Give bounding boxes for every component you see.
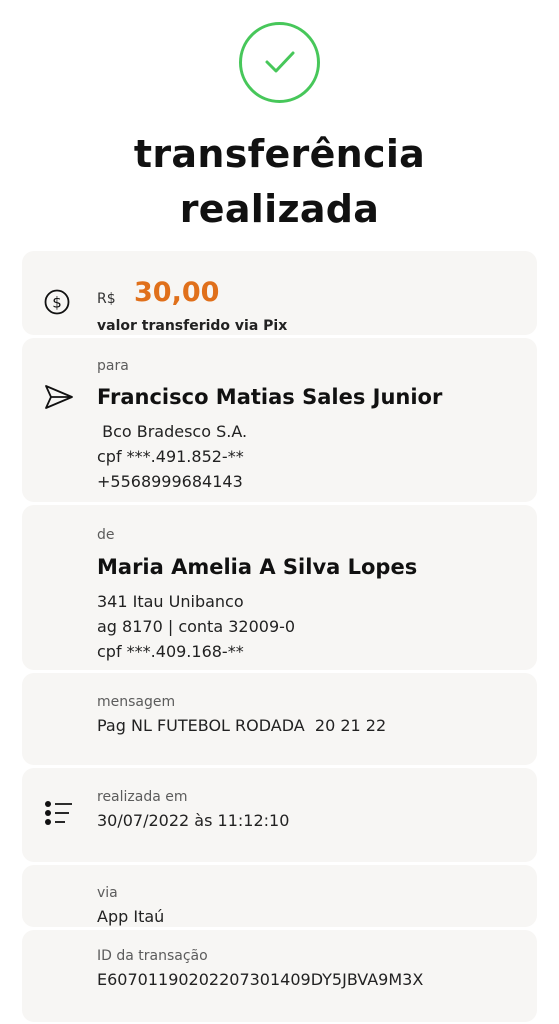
via-value: App Itaú: [97, 907, 165, 926]
date-value: 30/07/2022 às 11:12:10: [97, 811, 290, 830]
via-card: via App Itaú: [22, 865, 537, 927]
transaction-card: ID da transação E60701190202207301409DY5…: [22, 930, 537, 1022]
sender-label: de: [97, 527, 115, 543]
via-label: via: [97, 885, 118, 901]
amount-value: 30,00: [134, 277, 220, 308]
recipient-card: para Francisco Matias Sales Junior Bco B…: [22, 338, 537, 502]
transaction-id: E60701190202207301409DY5JBVA9M3X: [97, 970, 424, 989]
transaction-label: ID da transação: [97, 948, 208, 964]
send-icon: [45, 385, 73, 409]
sender-cpf: cpf ***.409.168-**: [97, 642, 244, 661]
message-card: mensagem Pag NL FUTEBOL RODADA 20 21 22: [22, 673, 537, 765]
page-title-line1: transferência: [133, 132, 426, 176]
recipient-label: para: [97, 358, 129, 374]
recipient-phone: +5568999684143: [97, 472, 243, 491]
message-value: Pag NL FUTEBOL RODADA 20 21 22: [97, 716, 387, 735]
recipient-bank: Bco Bradesco S.A.: [97, 422, 248, 441]
page-title-line2: realizada: [179, 187, 380, 231]
dollar-circle-icon: $: [44, 289, 70, 315]
sender-name: Maria Amelia A Silva Lopes: [97, 555, 418, 579]
list-icon: [45, 801, 72, 825]
date-label: realizada em: [97, 789, 188, 805]
date-card: realizada em 30/07/2022 às 11:12:10: [22, 768, 537, 862]
sender-bank: 341 Itau Unibanco: [97, 592, 244, 611]
amount-card: $ R$ 30,00 valor transferido via Pix: [22, 251, 537, 335]
recipient-cpf: cpf ***.491.852-**: [97, 447, 244, 466]
check-icon: [265, 51, 295, 73]
sender-card: de Maria Amelia A Silva Lopes 341 Itau U…: [22, 505, 537, 670]
amount-subtitle: valor transferido via Pix: [97, 318, 288, 334]
sender-account: ag 8170 | conta 32009-0: [97, 617, 296, 636]
success-check-badge: [239, 22, 320, 103]
amount-currency: R$: [97, 291, 116, 307]
recipient-name: Francisco Matias Sales Junior: [97, 385, 443, 409]
svg-text:$: $: [52, 294, 62, 312]
message-label: mensagem: [97, 694, 176, 710]
